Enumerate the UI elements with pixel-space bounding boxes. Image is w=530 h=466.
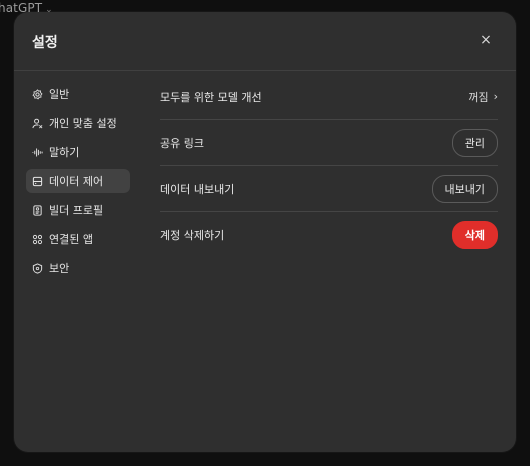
close-button[interactable]: × [478, 32, 494, 48]
sidebar-item-general[interactable]: 일반 [26, 82, 130, 106]
setting-row-delete-account: 계정 삭제하기 삭제 [160, 212, 498, 257]
sidebar-item-label: 일반 [49, 88, 70, 101]
database-icon [32, 176, 43, 187]
sidebar-item-personalization[interactable]: 개인 맞춤 설정 [26, 111, 130, 135]
sidebar-item-label: 연결된 앱 [49, 233, 93, 246]
sidebar-item-label: 빌더 프로필 [49, 204, 104, 217]
personalization-icon [32, 118, 43, 129]
sidebar-item-connected-apps[interactable]: 연결된 앱 [26, 227, 130, 251]
manage-button[interactable]: 관리 [451, 128, 498, 157]
setting-label: 계정 삭제하기 [160, 228, 225, 242]
apps-icon [32, 234, 43, 245]
settings-dialog: 설정 × 일반 개인 맞춤 설정 말하기 데이터 제어 빌더 프로필 연결된 앱… [14, 12, 516, 452]
dialog-title: 설정 [32, 35, 58, 51]
sidebar-item-security[interactable]: 보안 [26, 256, 130, 280]
sidebar-item-label: 데이터 제어 [49, 175, 104, 188]
sidebar-item-data-controls[interactable]: 데이터 제어 [26, 169, 130, 193]
id-card-icon [32, 204, 43, 216]
sidebar-item-label: 보안 [49, 262, 70, 275]
sidebar-item-speech[interactable]: 말하기 [26, 140, 130, 164]
settings-sidebar: 일반 개인 맞춤 설정 말하기 데이터 제어 빌더 프로필 연결된 앱 보안 [26, 82, 130, 285]
sidebar-item-builder-profile[interactable]: 빌더 프로필 [26, 198, 130, 222]
dialog-header: 설정 × [14, 12, 516, 71]
setting-label: 데이터 내보내기 [160, 182, 235, 196]
model-improvement-toggle-link[interactable]: 꺼짐 › [468, 89, 498, 105]
shield-icon [32, 262, 43, 274]
gear-icon [32, 88, 43, 100]
setting-row-shared-links: 공유 링크 관리 [160, 120, 498, 166]
data-controls-panel: 모두를 위한 모델 개선 꺼짐 › 공유 링크 관리 데이터 내보내기 내보내기… [160, 74, 498, 257]
setting-row-export-data: 데이터 내보내기 내보내기 [160, 166, 498, 212]
setting-label: 모두를 위한 모델 개선 [160, 90, 262, 104]
setting-value: 꺼짐 [468, 90, 489, 104]
setting-row-model-improvement: 모두를 위한 모델 개선 꺼짐 › [160, 74, 498, 120]
voice-wave-icon [32, 147, 43, 158]
delete-account-button[interactable]: 삭제 [451, 220, 498, 249]
chevron-right-icon: › [493, 90, 498, 103]
sidebar-item-label: 개인 맞춤 설정 [49, 117, 117, 130]
setting-label: 공유 링크 [160, 136, 204, 150]
export-button[interactable]: 내보내기 [431, 174, 498, 203]
sidebar-item-label: 말하기 [49, 146, 80, 159]
